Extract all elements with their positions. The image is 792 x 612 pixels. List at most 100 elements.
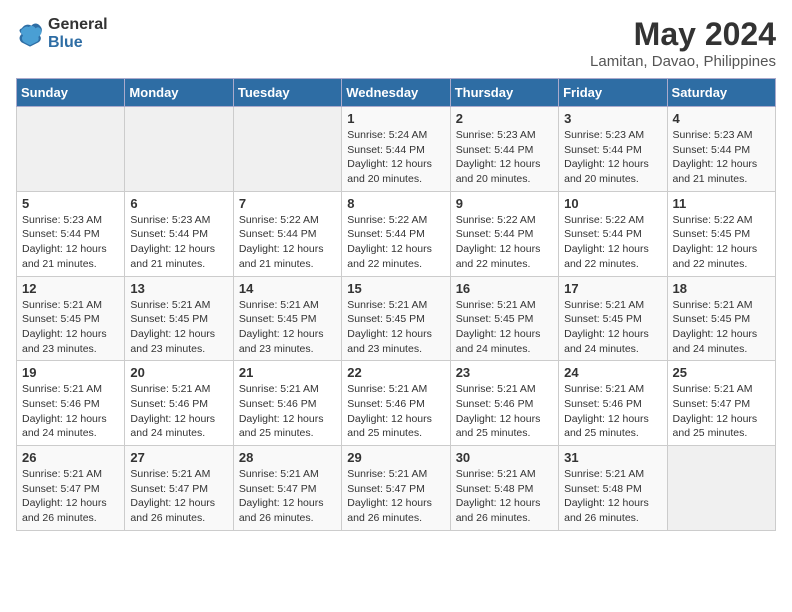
day-info: Sunrise: 5:21 AMSunset: 5:45 PMDaylight:… [456, 298, 553, 357]
day-info: Sunrise: 5:23 AMSunset: 5:44 PMDaylight:… [564, 128, 661, 187]
weekday-header-friday: Friday [559, 79, 667, 107]
weekday-header-row: SundayMondayTuesdayWednesdayThursdayFrid… [17, 79, 776, 107]
calendar-cell: 5 Sunrise: 5:23 AMSunset: 5:44 PMDaylight… [17, 191, 125, 276]
weekday-header-thursday: Thursday [450, 79, 558, 107]
calendar-cell: 31Sunrise: 5:21 AMSunset: 5:48 PMDayligh… [559, 446, 667, 531]
day-number: 1 [347, 111, 444, 126]
week-row-1: 1 Sunrise: 5:24 AMSunset: 5:44 PMDaylight… [17, 107, 776, 192]
day-info: Sunrise: 5:22 AMSunset: 5:44 PMDaylight:… [239, 213, 336, 272]
calendar-location: Lamitan, Davao, Philippines [590, 53, 776, 70]
day-number: 15 [347, 281, 444, 296]
day-info: Sunrise: 5:21 AMSunset: 5:48 PMDaylight:… [564, 467, 661, 526]
weekday-header-saturday: Saturday [667, 79, 775, 107]
day-info: Sunrise: 5:22 AMSunset: 5:45 PMDaylight:… [673, 213, 770, 272]
calendar-cell [17, 107, 125, 192]
day-number: 30 [456, 450, 553, 465]
day-info: Sunrise: 5:23 AMSunset: 5:44 PMDaylight:… [673, 128, 770, 187]
day-info: Sunrise: 5:21 AMSunset: 5:45 PMDaylight:… [347, 298, 444, 357]
day-number: 24 [564, 365, 661, 380]
day-info: Sunrise: 5:21 AMSunset: 5:46 PMDaylight:… [239, 382, 336, 441]
day-number: 20 [130, 365, 227, 380]
day-info: Sunrise: 5:21 AMSunset: 5:46 PMDaylight:… [130, 382, 227, 441]
day-info: Sunrise: 5:21 AMSunset: 5:48 PMDaylight:… [456, 467, 553, 526]
day-number: 7 [239, 196, 336, 211]
day-number: 19 [22, 365, 119, 380]
day-number: 21 [239, 365, 336, 380]
day-number: 29 [347, 450, 444, 465]
calendar-cell: 24 Sunrise: 5:21 AMSunset: 5:46 PMDayligh… [559, 361, 667, 446]
calendar-cell: 7 Sunrise: 5:22 AMSunset: 5:44 PMDaylight… [233, 191, 341, 276]
day-number: 18 [673, 281, 770, 296]
calendar-cell: 19Sunrise: 5:21 AMSunset: 5:46 PMDayligh… [17, 361, 125, 446]
calendar-table: SundayMondayTuesdayWednesdayThursdayFrid… [16, 78, 776, 531]
title-block: May 2024 Lamitan, Davao, Philippines [590, 16, 776, 70]
calendar-cell: 26 Sunrise: 5:21 AMSunset: 5:47 PMDayligh… [17, 446, 125, 531]
day-number: 6 [130, 196, 227, 211]
day-info: Sunrise: 5:23 AMSunset: 5:44 PMDaylight:… [456, 128, 553, 187]
calendar-cell: 12 Sunrise: 5:21 AMSunset: 5:45 PMDayligh… [17, 276, 125, 361]
day-info: Sunrise: 5:21 AMSunset: 5:46 PMDaylight:… [564, 382, 661, 441]
week-row-5: 26 Sunrise: 5:21 AMSunset: 5:47 PMDayligh… [17, 446, 776, 531]
day-info: Sunrise: 5:21 AMSunset: 5:45 PMDaylight:… [130, 298, 227, 357]
day-number: 4 [673, 111, 770, 126]
day-number: 8 [347, 196, 444, 211]
calendar-cell: 20 Sunrise: 5:21 AMSunset: 5:46 PMDayligh… [125, 361, 233, 446]
calendar-cell [233, 107, 341, 192]
calendar-cell: 9Sunrise: 5:22 AMSunset: 5:44 PMDaylight… [450, 191, 558, 276]
logo-text: General Blue [48, 16, 108, 52]
calendar-cell: 6 Sunrise: 5:23 AMSunset: 5:44 PMDaylight… [125, 191, 233, 276]
calendar-cell: 30 Sunrise: 5:21 AMSunset: 5:48 PMDayligh… [450, 446, 558, 531]
calendar-cell: 27Sunrise: 5:21 AMSunset: 5:47 PMDayligh… [125, 446, 233, 531]
day-info: Sunrise: 5:24 AMSunset: 5:44 PMDaylight:… [347, 128, 444, 187]
day-number: 5 [22, 196, 119, 211]
day-info: Sunrise: 5:22 AMSunset: 5:44 PMDaylight:… [564, 213, 661, 272]
page-header: General Blue May 2024 Lamitan, Davao, Ph… [16, 16, 776, 70]
weekday-header-wednesday: Wednesday [342, 79, 450, 107]
day-number: 27 [130, 450, 227, 465]
day-info: Sunrise: 5:21 AMSunset: 5:45 PMDaylight:… [22, 298, 119, 357]
calendar-cell: 4 Sunrise: 5:23 AMSunset: 5:44 PMDaylight… [667, 107, 775, 192]
week-row-4: 19 Sunrise: 5:21 AMSunset: 5:46 PMDayligh… [17, 361, 776, 446]
calendar-cell: 1 Sunrise: 5:24 AMSunset: 5:44 PMDaylight… [342, 107, 450, 192]
day-number: 2 [456, 111, 553, 126]
day-number: 12 [22, 281, 119, 296]
day-number: 23 [456, 365, 553, 380]
calendar-title: May 2024 [590, 16, 776, 53]
day-info: Sunrise: 5:22 AMSunset: 5:44 PMDaylight:… [347, 213, 444, 272]
day-number: 16 [456, 281, 553, 296]
calendar-cell: 28Sunrise: 5:21 AMSunset: 5:47 PMDayligh… [233, 446, 341, 531]
calendar-cell: 18 Sunrise: 5:21 AMSunset: 5:45 PMDayligh… [667, 276, 775, 361]
calendar-cell: 29Sunrise: 5:21 AMSunset: 5:47 PMDayligh… [342, 446, 450, 531]
day-info: Sunrise: 5:21 AMSunset: 5:47 PMDaylight:… [22, 467, 119, 526]
calendar-cell: 25 Sunrise: 5:21 AMSunset: 5:47 PMDayligh… [667, 361, 775, 446]
day-number: 9 [456, 196, 553, 211]
calendar-cell [667, 446, 775, 531]
calendar-cell: 16 Sunrise: 5:21 AMSunset: 5:45 PMDayligh… [450, 276, 558, 361]
day-info: Sunrise: 5:23 AMSunset: 5:44 PMDaylight:… [22, 213, 119, 272]
calendar-cell: 17 Sunrise: 5:21 AMSunset: 5:45 PMDayligh… [559, 276, 667, 361]
day-number: 14 [239, 281, 336, 296]
day-info: Sunrise: 5:23 AMSunset: 5:44 PMDaylight:… [130, 213, 227, 272]
calendar-cell: 2 Sunrise: 5:23 AMSunset: 5:44 PMDaylight… [450, 107, 558, 192]
calendar-cell: 13 Sunrise: 5:21 AMSunset: 5:45 PMDayligh… [125, 276, 233, 361]
day-number: 13 [130, 281, 227, 296]
day-info: Sunrise: 5:21 AMSunset: 5:46 PMDaylight:… [456, 382, 553, 441]
day-info: Sunrise: 5:21 AMSunset: 5:47 PMDaylight:… [673, 382, 770, 441]
day-number: 25 [673, 365, 770, 380]
day-number: 26 [22, 450, 119, 465]
calendar-cell: 8 Sunrise: 5:22 AMSunset: 5:44 PMDaylight… [342, 191, 450, 276]
weekday-header-monday: Monday [125, 79, 233, 107]
day-info: Sunrise: 5:21 AMSunset: 5:45 PMDaylight:… [564, 298, 661, 357]
day-number: 17 [564, 281, 661, 296]
calendar-cell: 3Sunrise: 5:23 AMSunset: 5:44 PMDaylight… [559, 107, 667, 192]
day-info: Sunrise: 5:21 AMSunset: 5:45 PMDaylight:… [673, 298, 770, 357]
day-info: Sunrise: 5:21 AMSunset: 5:47 PMDaylight:… [239, 467, 336, 526]
day-number: 10 [564, 196, 661, 211]
calendar-cell: 10 Sunrise: 5:22 AMSunset: 5:44 PMDayligh… [559, 191, 667, 276]
calendar-cell: 21 Sunrise: 5:21 AMSunset: 5:46 PMDayligh… [233, 361, 341, 446]
calendar-cell: 14Sunrise: 5:21 AMSunset: 5:45 PMDayligh… [233, 276, 341, 361]
day-info: Sunrise: 5:21 AMSunset: 5:46 PMDaylight:… [347, 382, 444, 441]
week-row-3: 12 Sunrise: 5:21 AMSunset: 5:45 PMDayligh… [17, 276, 776, 361]
week-row-2: 5 Sunrise: 5:23 AMSunset: 5:44 PMDaylight… [17, 191, 776, 276]
calendar-cell: 15 Sunrise: 5:21 AMSunset: 5:45 PMDayligh… [342, 276, 450, 361]
